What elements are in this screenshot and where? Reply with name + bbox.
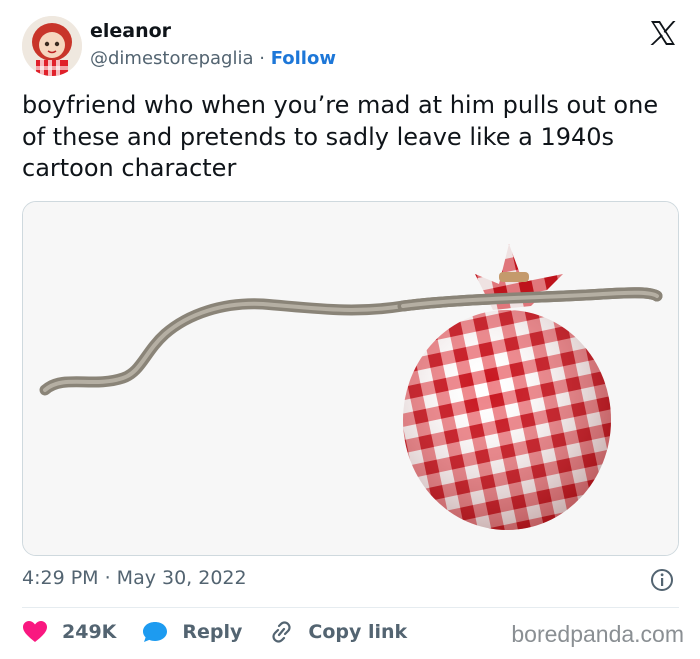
link-icon (272, 621, 292, 643)
doll-avatar-icon (22, 16, 82, 76)
author-name[interactable]: eleanor (90, 20, 171, 42)
reply-label: Reply (182, 621, 243, 643)
x-logo-icon[interactable] (648, 18, 678, 48)
heart-icon (23, 621, 47, 642)
author-handle-row: @dimestorepaglia · Follow (90, 48, 336, 69)
bindle-photo-icon (23, 202, 678, 555)
author-handle[interactable]: @dimestorepaglia (90, 48, 253, 69)
info-icon[interactable] (650, 568, 674, 592)
tweet-text: boyfriend who when you’re mad at him pul… (22, 91, 659, 182)
watermark: boredpanda.com (511, 621, 684, 647)
divider (22, 607, 679, 608)
tweet-actions: 249K Reply Copy link (22, 618, 433, 646)
reply-bubble-icon (143, 622, 168, 642)
author-avatar[interactable] (22, 16, 82, 76)
tweet-media[interactable] (22, 201, 679, 556)
copy-link-button[interactable]: Copy link (268, 620, 407, 644)
handle-separator: · (259, 48, 265, 69)
follow-button[interactable]: Follow (271, 48, 336, 69)
tweet-timestamp[interactable]: 4:29 PM · May 30, 2022 (22, 567, 247, 589)
like-button[interactable]: 249K (22, 620, 116, 644)
reply-button[interactable]: Reply (142, 620, 242, 644)
copy-link-label: Copy link (308, 621, 408, 643)
tweet-header: eleanor @dimestorepaglia · Follow (22, 16, 682, 78)
like-count: 249K (62, 621, 117, 643)
